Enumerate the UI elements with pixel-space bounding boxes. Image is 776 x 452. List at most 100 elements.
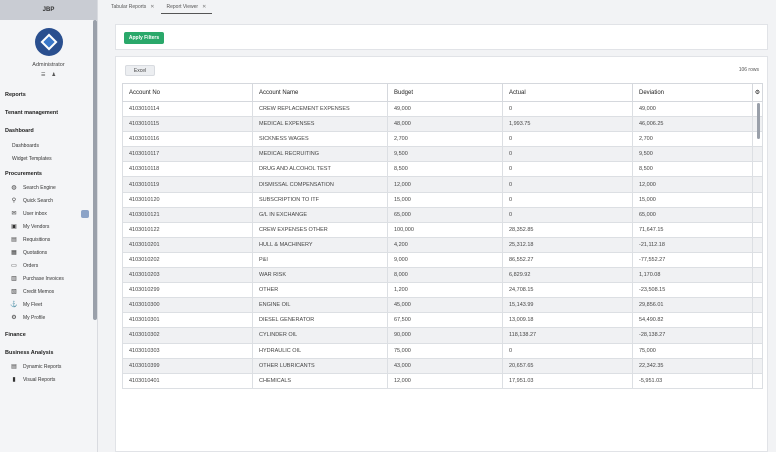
cell-spacer	[752, 221, 763, 238]
cell-budget: 67,500	[387, 312, 503, 329]
table-row[interactable]: 4103010117 MEDICAL RECRUITING 9,500 0 9,500	[122, 146, 763, 163]
sidebar-item-quick-search[interactable]: ⚲ Quick Search	[0, 194, 97, 207]
cell-account-no: 4103010116	[122, 131, 253, 148]
section-business-analysis[interactable]: Business Analysis	[0, 350, 97, 356]
cell-account-no: 4103010303	[122, 342, 253, 359]
rows-count: 106 rows	[738, 67, 759, 73]
tab-tabular-reports[interactable]: Tabular Reports ✕	[105, 0, 161, 14]
report-table-wrap: Account No Account Name Budget Actual De…	[122, 83, 763, 389]
sidebar-item-widget-templates[interactable]: Widget Templates	[0, 152, 97, 165]
cell-actual: 28,352.85	[502, 221, 633, 238]
section-reports[interactable]: Reports	[0, 92, 97, 98]
table-row[interactable]: 4103010299 OTHER 1,200 24,708.15 -23,508.15	[122, 282, 763, 299]
cell-deviation: 46,006.25	[632, 116, 753, 133]
cell-budget: 48,000	[387, 116, 503, 133]
sidebar-item-search-engine[interactable]: ◍ Search Engine	[0, 181, 97, 194]
cell-spacer	[752, 327, 763, 344]
user-menu-icon[interactable]: ☰	[41, 72, 45, 78]
close-icon[interactable]: ✕	[202, 4, 206, 10]
close-icon[interactable]: ✕	[150, 4, 154, 10]
cell-account-name: CREW REPLACEMENT EXPENSES	[252, 100, 388, 118]
section-dashboard[interactable]: Dashboard	[0, 128, 97, 134]
cell-actual: 0	[502, 131, 633, 148]
table-row[interactable]: 4103010201 HULL & MACHINERY 4,200 25,312.18…	[122, 236, 763, 253]
table-row[interactable]: 4103010302 CYLINDER OIL 90,000 118,138.27 -2…	[122, 327, 763, 344]
sidebar-item-dynamic-reports[interactable]: ▤ Dynamic Reports	[0, 360, 97, 373]
cell-spacer	[752, 282, 763, 299]
table-row[interactable]: 4103010203 WAR RISK 8,000 6,829.92 1,170.08	[122, 267, 763, 284]
sidebar-item-visual-reports[interactable]: ▮ Visual Reports	[0, 373, 97, 386]
sidebar-item-credit-memos[interactable]: ▧ Credit Memos	[0, 285, 97, 298]
sidebar-item-label: My Fleet	[23, 301, 43, 308]
cell-budget: 100,000	[387, 221, 503, 238]
cell-actual: 20,657.65	[502, 357, 633, 374]
sidebar-item-my-fleet[interactable]: ⚓ My Fleet	[0, 298, 97, 311]
apply-filters-button[interactable]: Apply Filters	[124, 32, 164, 44]
credit-memo-icon: ▧	[11, 289, 17, 295]
globe-icon: ◍	[11, 185, 17, 191]
cell-account-no: 4103010401	[122, 372, 253, 389]
section-procurements[interactable]: Procurements	[0, 171, 97, 177]
cell-account-no: 4103010121	[122, 206, 253, 223]
sidebar-item-orders[interactable]: ▭ Orders	[0, 259, 97, 272]
cell-account-name: OTHER	[252, 282, 388, 299]
table-row[interactable]: 4103010301 DIESEL GENERATOR 67,500 13,009.1…	[122, 312, 763, 329]
cell-account-no: 4103010118	[122, 161, 253, 178]
cell-account-name: SICKNESS WAGES	[252, 131, 388, 148]
cell-actual: 0	[502, 191, 633, 208]
column-header-account-no[interactable]: Account No	[122, 83, 253, 102]
table-row[interactable]: 4103010120 SUBSCRIPTION TO ITF 15,000 0 15,0…	[122, 191, 763, 208]
column-header-actual[interactable]: Actual	[502, 83, 633, 102]
table-row[interactable]: 4103010399 OTHER LUBRICANTS 43,000 20,657.6…	[122, 357, 763, 374]
table-row[interactable]: 4103010121 G/L IN EXCHANGE 65,000 0 65,000	[122, 206, 763, 223]
column-settings-icon[interactable]: ⚙	[752, 83, 763, 102]
table-row[interactable]: 4103010115 MEDICAL EXPENSES 48,000 1,993.75…	[122, 116, 763, 133]
sidebar-item-dashboards[interactable]: Dashboards	[0, 139, 97, 152]
sidebar-item-purchase-invoices[interactable]: ▥ Purchase Invoices	[0, 272, 97, 285]
cell-budget: 9,500	[387, 146, 503, 163]
cell-account-no: 4103010301	[122, 312, 253, 329]
table-row[interactable]: 4103010116 SICKNESS WAGES 2,700 0 2,700	[122, 131, 763, 148]
cell-actual: 0	[502, 206, 633, 223]
tab-report-viewer[interactable]: Report Viewer ✕	[160, 0, 213, 14]
cell-actual: 0	[502, 176, 633, 193]
table-row[interactable]: 4103010303 HYDRAULIC OIL 75,000 0 75,000	[122, 342, 763, 359]
cell-actual: 25,312.18	[502, 236, 633, 253]
sidebar-item-label: Widget Templates	[12, 155, 52, 162]
cell-budget: 2,700	[387, 131, 503, 148]
sidebar-item-user-inbox[interactable]: ✉ User inbox	[0, 207, 97, 220]
cell-actual: 0	[502, 342, 633, 359]
column-header-budget[interactable]: Budget	[387, 83, 503, 102]
column-header-account-name[interactable]: Account Name	[252, 83, 388, 102]
visual-reports-icon: ▮	[12, 377, 16, 383]
cell-spacer	[752, 161, 763, 178]
cell-spacer	[752, 206, 763, 223]
table-row[interactable]: 4103010114 CREW REPLACEMENT EXPENSES 49,00…	[122, 100, 763, 118]
sidebar-item-my-vendors[interactable]: ▣ My Vendors	[0, 220, 97, 233]
sidebar-scrollbar[interactable]	[93, 20, 97, 320]
user-person-icon[interactable]: ♟	[52, 72, 56, 78]
section-finance[interactable]: Finance	[0, 332, 97, 338]
table-row[interactable]: 4103010122 CREW EXPENSES OTHER 100,000 28,3…	[122, 221, 763, 238]
sidebar-item-quotations[interactable]: ▦ Quotations	[0, 246, 97, 259]
sidebar-item-label: Quick Search	[23, 197, 54, 204]
sidebar-item-requisitions[interactable]: ▤ Requisitions	[0, 233, 97, 246]
table-row[interactable]: 4103010401 CHEMICALS 12,000 17,951.03 -5,951…	[122, 372, 763, 389]
column-header-deviation[interactable]: Deviation	[632, 83, 753, 102]
table-row[interactable]: 4103010300 ENGINE OIL 45,000 15,143.99 29,85…	[122, 297, 763, 314]
cell-deviation: -5,951.03	[632, 372, 753, 389]
dynamic-reports-icon: ▤	[11, 364, 17, 370]
cell-budget: 90,000	[387, 327, 503, 344]
cell-actual: 24,708.15	[502, 282, 633, 299]
user-name: Administrator	[32, 62, 65, 68]
table-row[interactable]: 4103010119 DISMISSAL COMPENSATION 12,000 0 1…	[122, 176, 763, 193]
fleet-icon: ⚓	[10, 302, 18, 308]
table-row[interactable]: 4103010118 DRUG AND ALCOHOL TEST 8,500 0 8,5…	[122, 161, 763, 178]
cell-actual: 86,552.27	[502, 251, 633, 269]
excel-export-button[interactable]: Excel	[125, 65, 155, 76]
table-scrollbar[interactable]	[757, 103, 760, 139]
section-tenant-management[interactable]: Tenant management	[0, 110, 97, 116]
sidebar-item-my-profile[interactable]: ⚙ My Profile	[0, 311, 97, 324]
app-root: JBP Administrator ☰ ♟ Reports Tenant man…	[0, 0, 776, 452]
table-row[interactable]: 4103010202 P&I 9,000 86,552.27 -77,552.27	[122, 251, 763, 269]
